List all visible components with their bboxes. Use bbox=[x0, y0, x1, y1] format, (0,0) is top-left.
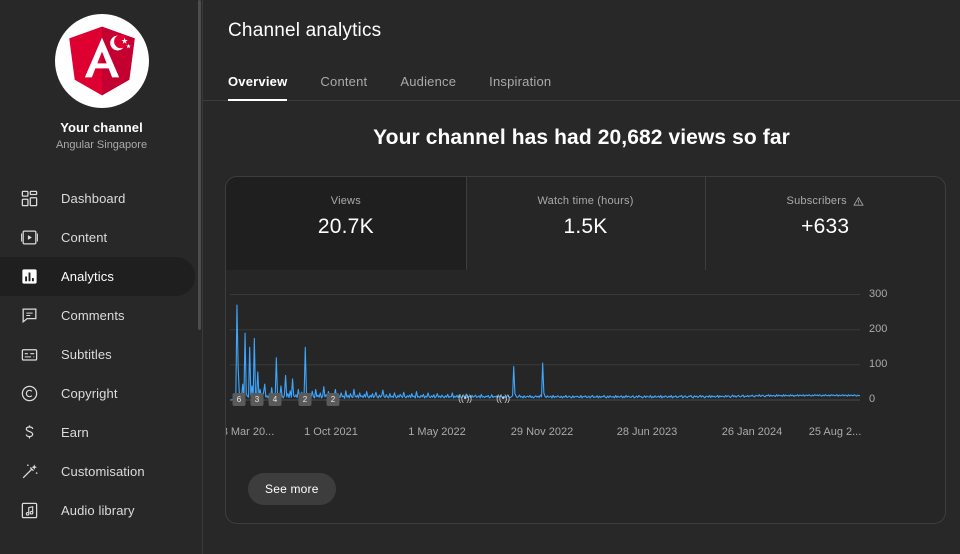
chart-x-tick: 26 Jan 2024 bbox=[721, 426, 783, 438]
sidebar-item-label: Content bbox=[61, 230, 108, 245]
sidebar-item-label: Analytics bbox=[61, 269, 114, 284]
metric-label-text: Views bbox=[330, 195, 361, 207]
sidebar-item-analytics[interactable]: Analytics bbox=[0, 257, 195, 296]
channel-title: Your channel bbox=[60, 120, 143, 135]
chart-video-badge[interactable]: 3 bbox=[250, 393, 264, 406]
chart-y-tick: 0 bbox=[869, 393, 876, 405]
sidebar-item-customisation[interactable]: Customisation bbox=[0, 452, 195, 491]
chart-y-tick: 200 bbox=[869, 322, 888, 335]
chart-x-tick: 1 May 2022 bbox=[408, 426, 466, 438]
comments-icon bbox=[17, 304, 41, 328]
metric-subscribers[interactable]: Subscribers +633 bbox=[705, 177, 945, 270]
sidebar-item-dashboard[interactable]: Dashboard bbox=[0, 179, 195, 218]
metric-label: Views bbox=[226, 194, 466, 209]
metric-label-text: Watch time (hours) bbox=[537, 195, 634, 207]
chart-x-tick: 25 Aug 2... bbox=[808, 426, 862, 438]
subtitles-icon bbox=[17, 343, 41, 367]
chart-y-tick: 300 bbox=[869, 287, 888, 300]
sidebar-item-label: Earn bbox=[61, 425, 89, 440]
analytics-icon bbox=[17, 265, 41, 289]
see-more-button[interactable]: See more bbox=[248, 473, 336, 505]
channel-subtitle: Angular Singapore bbox=[55, 139, 148, 151]
overview-card: Views 20.7K Watch time (hours) 1.5K Subs… bbox=[225, 176, 946, 524]
sidebar-item-label: Comments bbox=[61, 308, 125, 323]
see-more-row: See more bbox=[248, 473, 336, 505]
metric-label: Watch time (hours) bbox=[466, 194, 706, 209]
metric-value: +633 bbox=[801, 215, 850, 238]
metric-value: 20.7K bbox=[317, 215, 374, 238]
metric-tabs: Views 20.7K Watch time (hours) 1.5K Subs… bbox=[226, 177, 945, 270]
tab-content[interactable]: Content bbox=[320, 74, 367, 100]
page-header: Channel analytics bbox=[203, 0, 960, 43]
copyright-icon bbox=[17, 382, 41, 406]
sidebar: Your channel Angular Singapore Dashboard bbox=[0, 0, 203, 554]
sidebar-scrollbar[interactable] bbox=[197, 0, 202, 554]
chart-video-badge[interactable]: 4 bbox=[268, 393, 282, 406]
sidebar-item-label: Customisation bbox=[61, 464, 145, 479]
chart-x-tick: 1 Oct 2021 bbox=[304, 426, 358, 438]
avatar[interactable] bbox=[54, 14, 149, 108]
tab-inspiration[interactable]: Inspiration bbox=[489, 74, 551, 100]
chart-live-marker[interactable]: ((•)) bbox=[496, 393, 510, 403]
metric-views[interactable]: Views 20.7K bbox=[226, 177, 466, 270]
warning-triangle-icon[interactable] bbox=[853, 196, 864, 207]
sidebar-item-copyright[interactable]: Copyright bbox=[0, 374, 195, 413]
sidebar-item-label: Dashboard bbox=[61, 191, 126, 206]
metric-value: 1.5K bbox=[563, 215, 608, 238]
metric-label: Subscribers bbox=[705, 194, 945, 209]
views-chart[interactable]: 0 100 200 300 6 3 4 2 2 ((•)) ((•)) 3 Mar 20... 1 … bbox=[226, 278, 945, 448]
magic-wand-icon bbox=[17, 460, 41, 484]
chart-video-badge[interactable]: 2 bbox=[298, 393, 312, 406]
channel-header[interactable]: Your channel Angular Singapore bbox=[0, 0, 203, 159]
analytics-tabs: Overview Content Audience Inspiration bbox=[203, 63, 960, 101]
dashboard-icon bbox=[17, 187, 41, 211]
sidebar-item-audio-library[interactable]: Audio library bbox=[0, 491, 195, 530]
tab-overview[interactable]: Overview bbox=[228, 74, 288, 101]
headline-views-summary: Your channel has had 20,682 views so far bbox=[373, 126, 790, 149]
main-content: Channel analytics Overview Content Audie… bbox=[203, 0, 960, 554]
angular-singapore-logo-icon bbox=[63, 22, 141, 100]
page-title: Channel analytics bbox=[228, 20, 382, 41]
sidebar-item-label: Subtitles bbox=[61, 347, 112, 362]
chart-x-tick: 29 Nov 2022 bbox=[510, 426, 574, 438]
youtube-studio-app: Your channel Angular Singapore Dashboard bbox=[0, 0, 960, 554]
content-icon bbox=[17, 226, 41, 250]
sidebar-item-earn[interactable]: Earn bbox=[0, 413, 195, 452]
audio-library-icon bbox=[17, 499, 41, 523]
sidebar-nav: Dashboard Content Analytics Comments Sub… bbox=[0, 179, 203, 530]
chart-video-badge[interactable]: 6 bbox=[232, 393, 246, 406]
chart-live-marker[interactable]: ((•)) bbox=[458, 393, 472, 403]
metric-watch-time[interactable]: Watch time (hours) 1.5K bbox=[465, 177, 706, 270]
metric-label-text: Subscribers bbox=[786, 195, 847, 207]
dollar-icon bbox=[17, 421, 41, 445]
sidebar-item-label: Copyright bbox=[61, 386, 118, 401]
sidebar-item-content[interactable]: Content bbox=[0, 218, 195, 257]
sidebar-item-label: Audio library bbox=[61, 503, 135, 518]
tab-audience[interactable]: Audience bbox=[400, 74, 456, 100]
chart-x-tick: 3 Mar 20... bbox=[225, 426, 275, 438]
chart-y-tick: 100 bbox=[869, 357, 888, 370]
sidebar-item-comments[interactable]: Comments bbox=[0, 296, 195, 335]
chart-x-axis: 3 Mar 20... 1 Oct 2021 1 May 2022 29 Nov 20… bbox=[226, 426, 945, 442]
chart-x-tick: 28 Jun 2023 bbox=[616, 426, 678, 438]
sidebar-item-subtitles[interactable]: Subtitles bbox=[0, 335, 195, 374]
chart-video-badge[interactable]: 2 bbox=[326, 393, 340, 406]
